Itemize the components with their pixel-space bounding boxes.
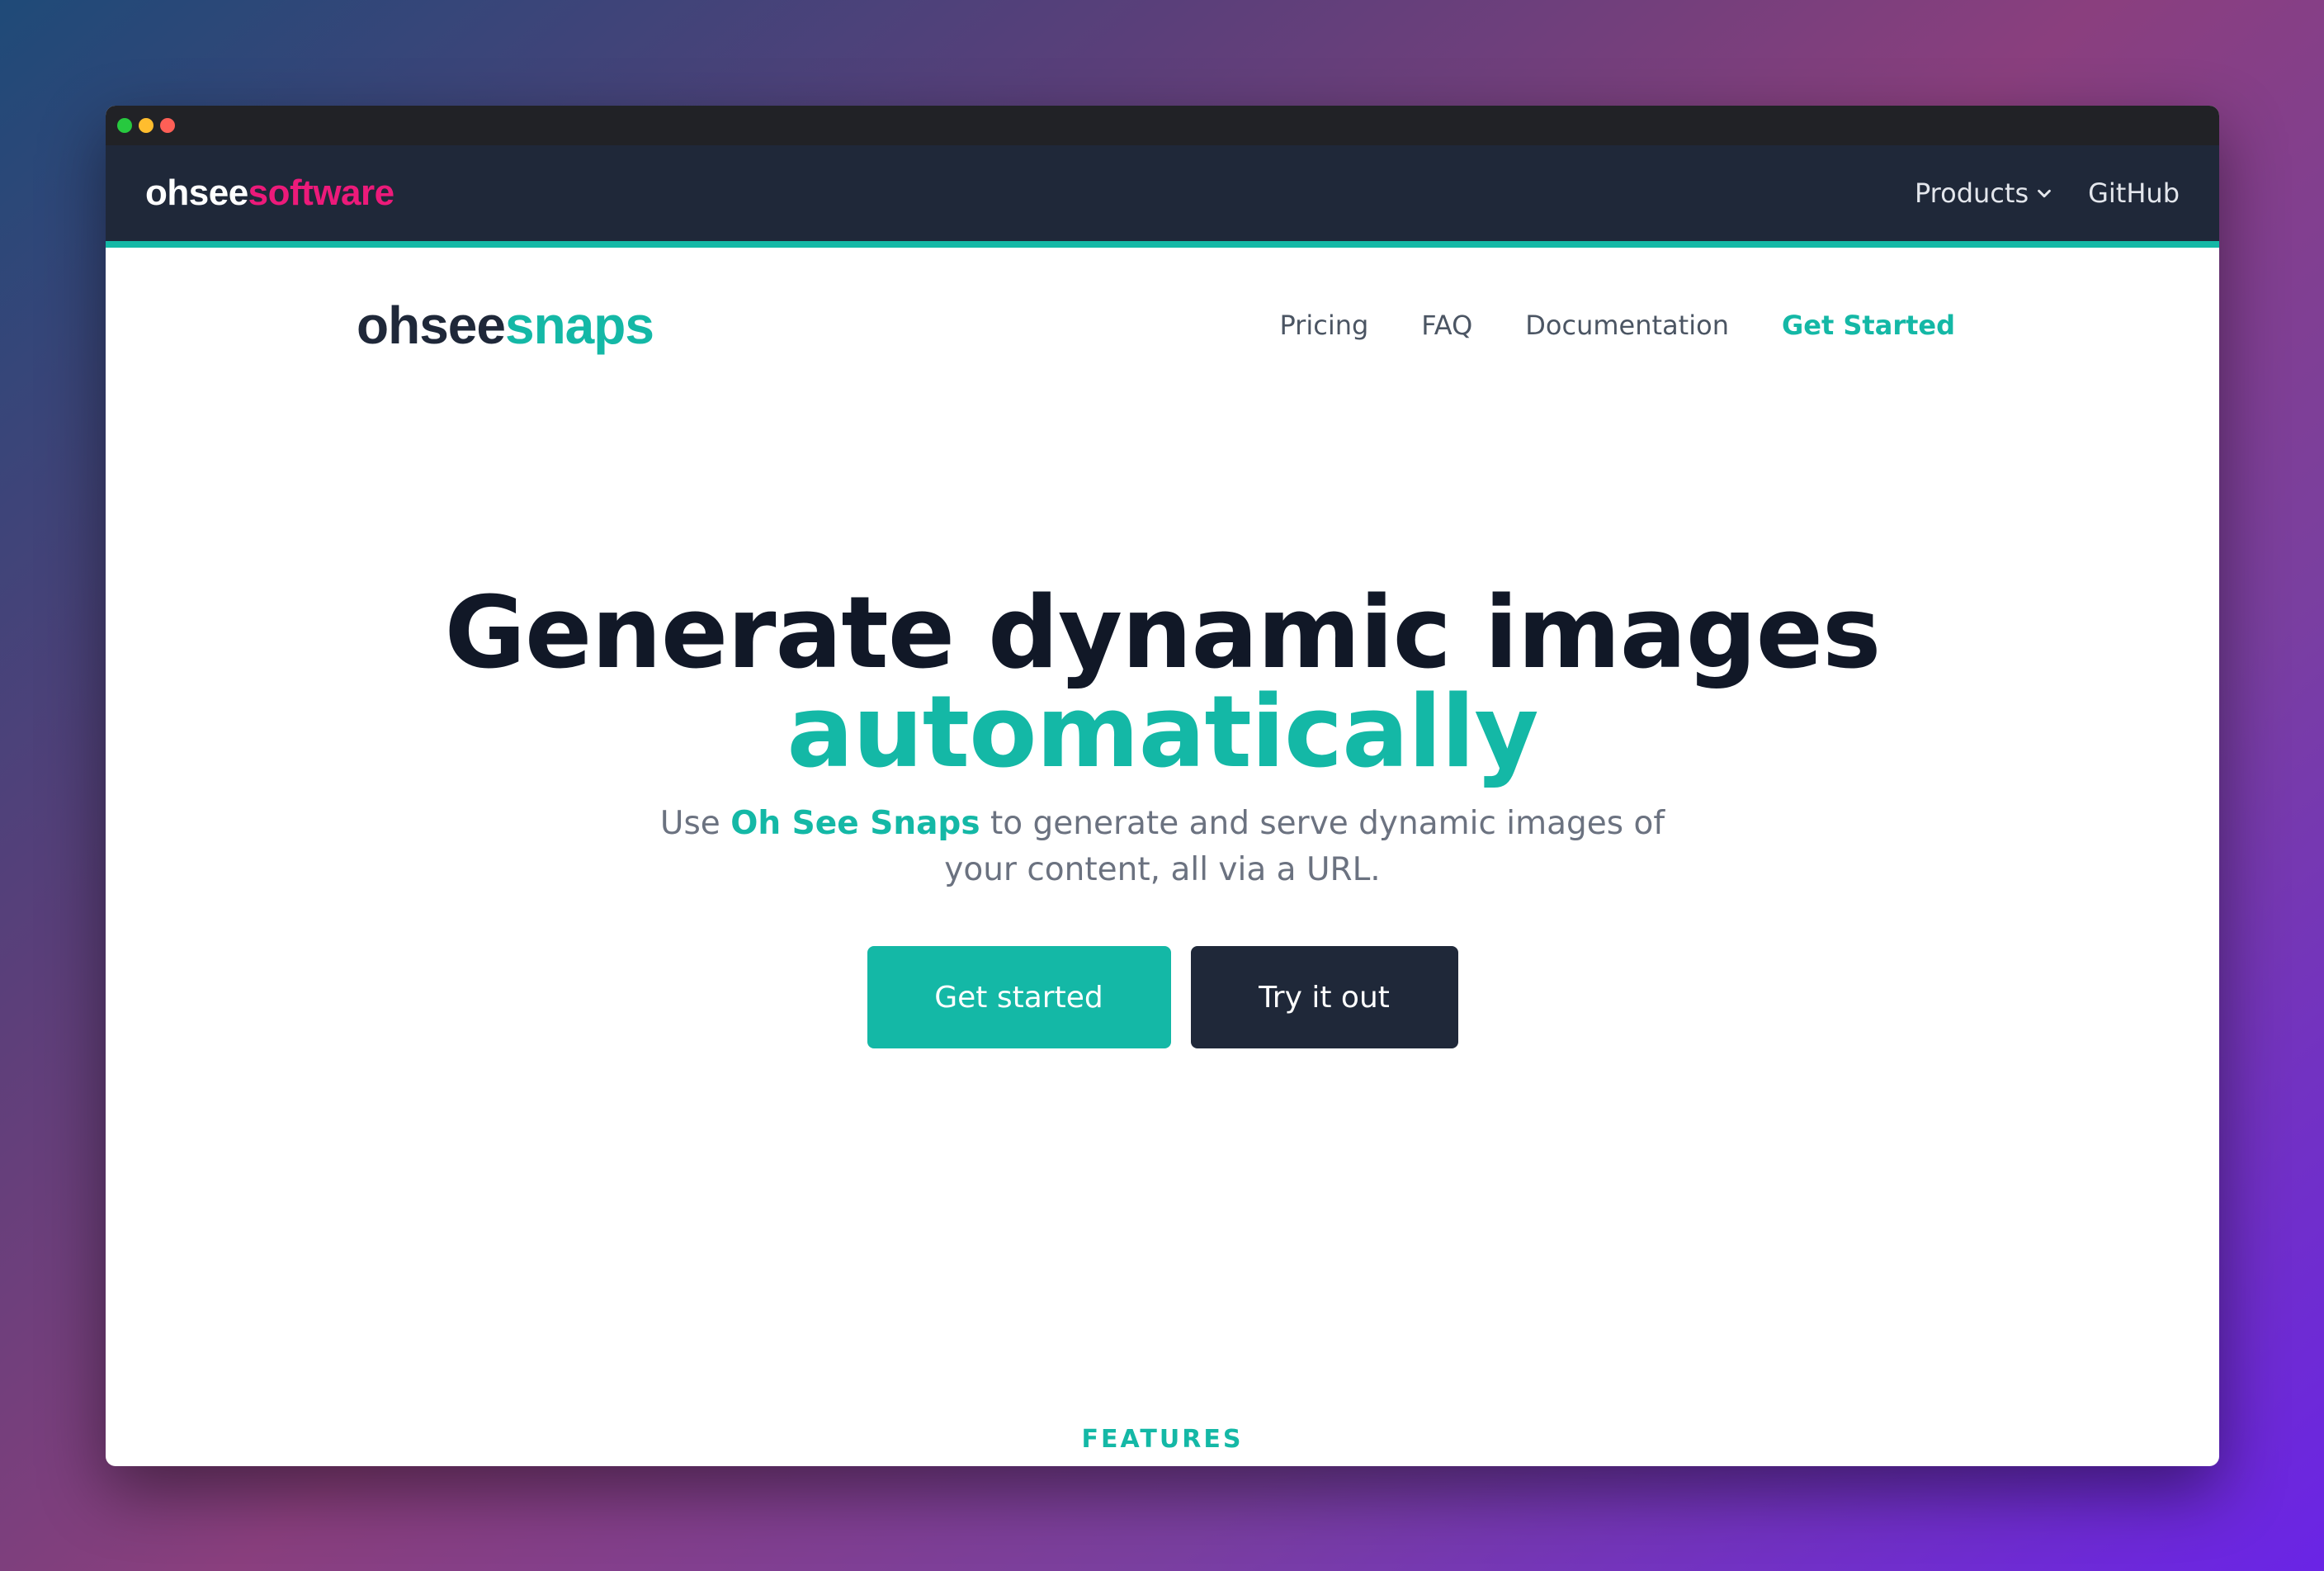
products-label: Products [1914, 177, 2029, 209]
try-it-out-button[interactable]: Try it out [1190, 946, 1458, 1048]
logo-part-snaps: snaps [504, 296, 654, 355]
top-navbar-links: Products GitHub [1915, 177, 2180, 209]
subtitle-brand: Oh See Snaps [730, 805, 980, 842]
logo-part-software: software [248, 173, 394, 213]
hero-title-line1: Generate dynamic images [444, 576, 1882, 691]
subtitle-prefix: Use [659, 805, 731, 842]
window-maximize-button[interactable] [117, 118, 132, 133]
logo-part-ohsee: ohsee [145, 173, 248, 213]
hero-subtitle: Use Oh See Snaps to generate and serve d… [626, 801, 1699, 893]
ohseesoftware-logo[interactable]: ohseesoftware [145, 173, 394, 214]
nav-pricing-link[interactable]: Pricing [1279, 310, 1368, 341]
top-navbar: ohseesoftware Products GitHub [106, 145, 2219, 248]
nav-faq-link[interactable]: FAQ [1421, 310, 1472, 341]
hero-buttons: Get started Try it out [106, 946, 2219, 1048]
products-dropdown[interactable]: Products [1915, 177, 2053, 209]
hero-section: Generate dynamic images automatically Us… [106, 403, 2219, 1048]
chevron-down-icon [2038, 189, 2051, 198]
logo-part-ohsee: ohsee [357, 296, 506, 355]
get-started-button[interactable]: Get started [867, 946, 1171, 1048]
window-minimize-button[interactable] [139, 118, 154, 133]
window-titlebar [106, 106, 2219, 145]
nav-get-started-link[interactable]: Get Started [1782, 310, 1955, 341]
browser-window: ohseesoftware Products GitHub ohseesnaps… [106, 106, 2219, 1466]
github-link[interactable]: GitHub [2088, 177, 2180, 209]
hero-title-accent: automatically [786, 675, 1538, 790]
window-close-button[interactable] [160, 118, 175, 133]
ohseesnaps-logo[interactable]: ohseesnaps [357, 295, 654, 356]
site-nav-links: Pricing FAQ Documentation Get Started [1279, 310, 1955, 341]
nav-documentation-link[interactable]: Documentation [1525, 310, 1729, 341]
features-heading: FEATURES [1081, 1425, 1244, 1454]
hero-title: Generate dynamic images automatically [106, 584, 2219, 783]
site-navbar: ohseesnaps Pricing FAQ Documentation Get… [106, 248, 2219, 403]
subtitle-suffix: to generate and serve dynamic images of … [944, 805, 1665, 888]
